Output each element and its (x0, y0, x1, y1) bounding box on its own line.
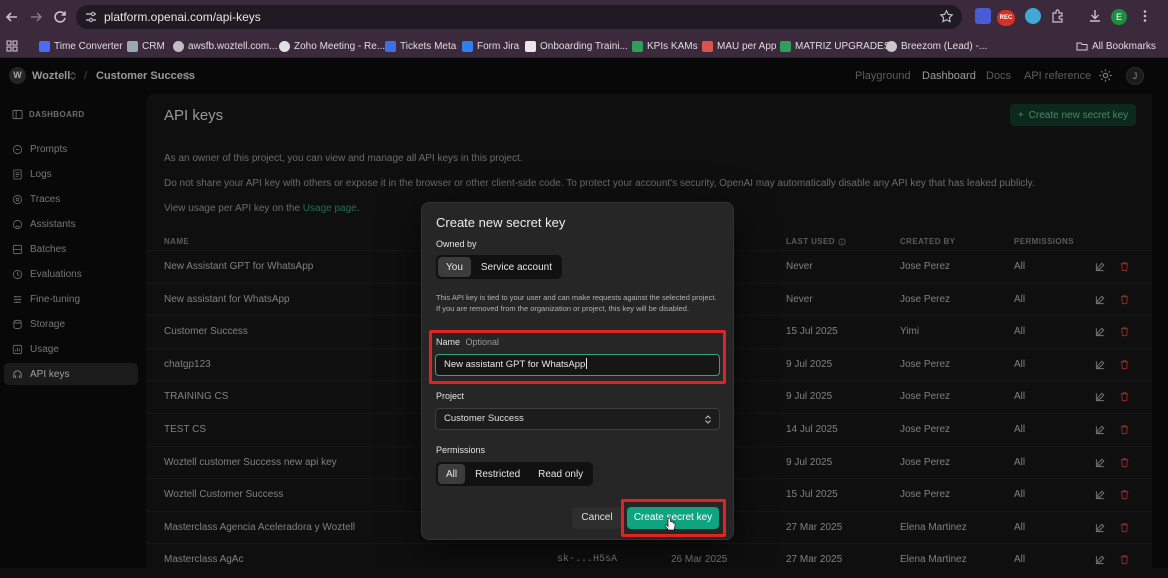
site-info-icon[interactable] (84, 10, 98, 24)
owned-by-toggle: You Service account (436, 255, 563, 279)
extension-icon[interactable] (975, 8, 991, 24)
kebab-menu-icon[interactable] (1137, 8, 1153, 24)
bookmark-item[interactable]: MATRIZ UPGRADES (780, 38, 890, 54)
permission-all[interactable]: All (438, 464, 466, 484)
address-bar[interactable]: platform.openai.com/api-keys (76, 5, 962, 29)
reload-icon[interactable] (52, 9, 68, 25)
apps-grid-icon[interactable] (6, 38, 18, 54)
back-icon[interactable] (4, 9, 20, 25)
all-bookmarks[interactable]: All Bookmarks (1076, 38, 1156, 54)
puzzle-icon[interactable] (1050, 8, 1066, 24)
chevron-updown-icon (704, 414, 712, 425)
dialog-title: Create new secret key (436, 215, 566, 230)
owned-by-you[interactable]: You (438, 257, 471, 277)
bookmark-item[interactable]: Onboarding Traini... (525, 38, 628, 54)
cancel-button[interactable]: Cancel (572, 507, 622, 529)
permissions-label: Permissions (436, 445, 486, 455)
download-icon[interactable] (1087, 8, 1103, 24)
owned-by-service-account[interactable]: Service account (473, 257, 560, 277)
bookmark-item[interactable]: Form Jira (462, 38, 519, 54)
owned-by-label: Owned by (436, 239, 477, 249)
profile-avatar[interactable]: E (1111, 9, 1127, 25)
project-label: Project (436, 391, 465, 401)
folder-icon (1076, 40, 1088, 52)
bookmark-item[interactable]: Time Converter (39, 38, 123, 54)
url-text: platform.openai.com/api-keys (104, 10, 261, 24)
browser-toolbar: platform.openai.com/api-keys REC E (0, 0, 1168, 34)
project-select[interactable]: Customer Success (435, 408, 720, 430)
recording-indicator[interactable]: REC (997, 10, 1015, 26)
bookmark-item[interactable]: KPIs KAMs (632, 38, 698, 54)
bookmark-item[interactable]: Tickets Meta (385, 38, 456, 54)
bottom-bar (0, 568, 1168, 578)
dialog-help-text: This API key is tied to your user and ca… (436, 293, 717, 313)
permissions-toggle: All Restricted Read only (436, 462, 594, 486)
bookmark-item[interactable]: MAU per App (702, 38, 776, 54)
bookmark-item[interactable]: awsfb.woztell.com... (173, 38, 277, 54)
bookmark-item[interactable]: Breezom (Lead) -... (886, 38, 987, 54)
extension-icon[interactable] (1025, 8, 1041, 24)
bookmark-item[interactable]: CRM (127, 38, 165, 54)
highlight-create-button (621, 499, 726, 537)
highlight-name-field (429, 330, 726, 384)
bookmarks-bar: Time Converter CRM awsfb.woztell.com... … (0, 34, 1168, 58)
forward-icon[interactable] (28, 9, 44, 25)
bookmark-star-icon[interactable] (939, 9, 954, 24)
permission-restricted[interactable]: Restricted (467, 464, 528, 484)
bookmark-item[interactable]: Zoho Meeting - Re... (279, 38, 385, 54)
permission-read-only[interactable]: Read only (530, 464, 591, 484)
